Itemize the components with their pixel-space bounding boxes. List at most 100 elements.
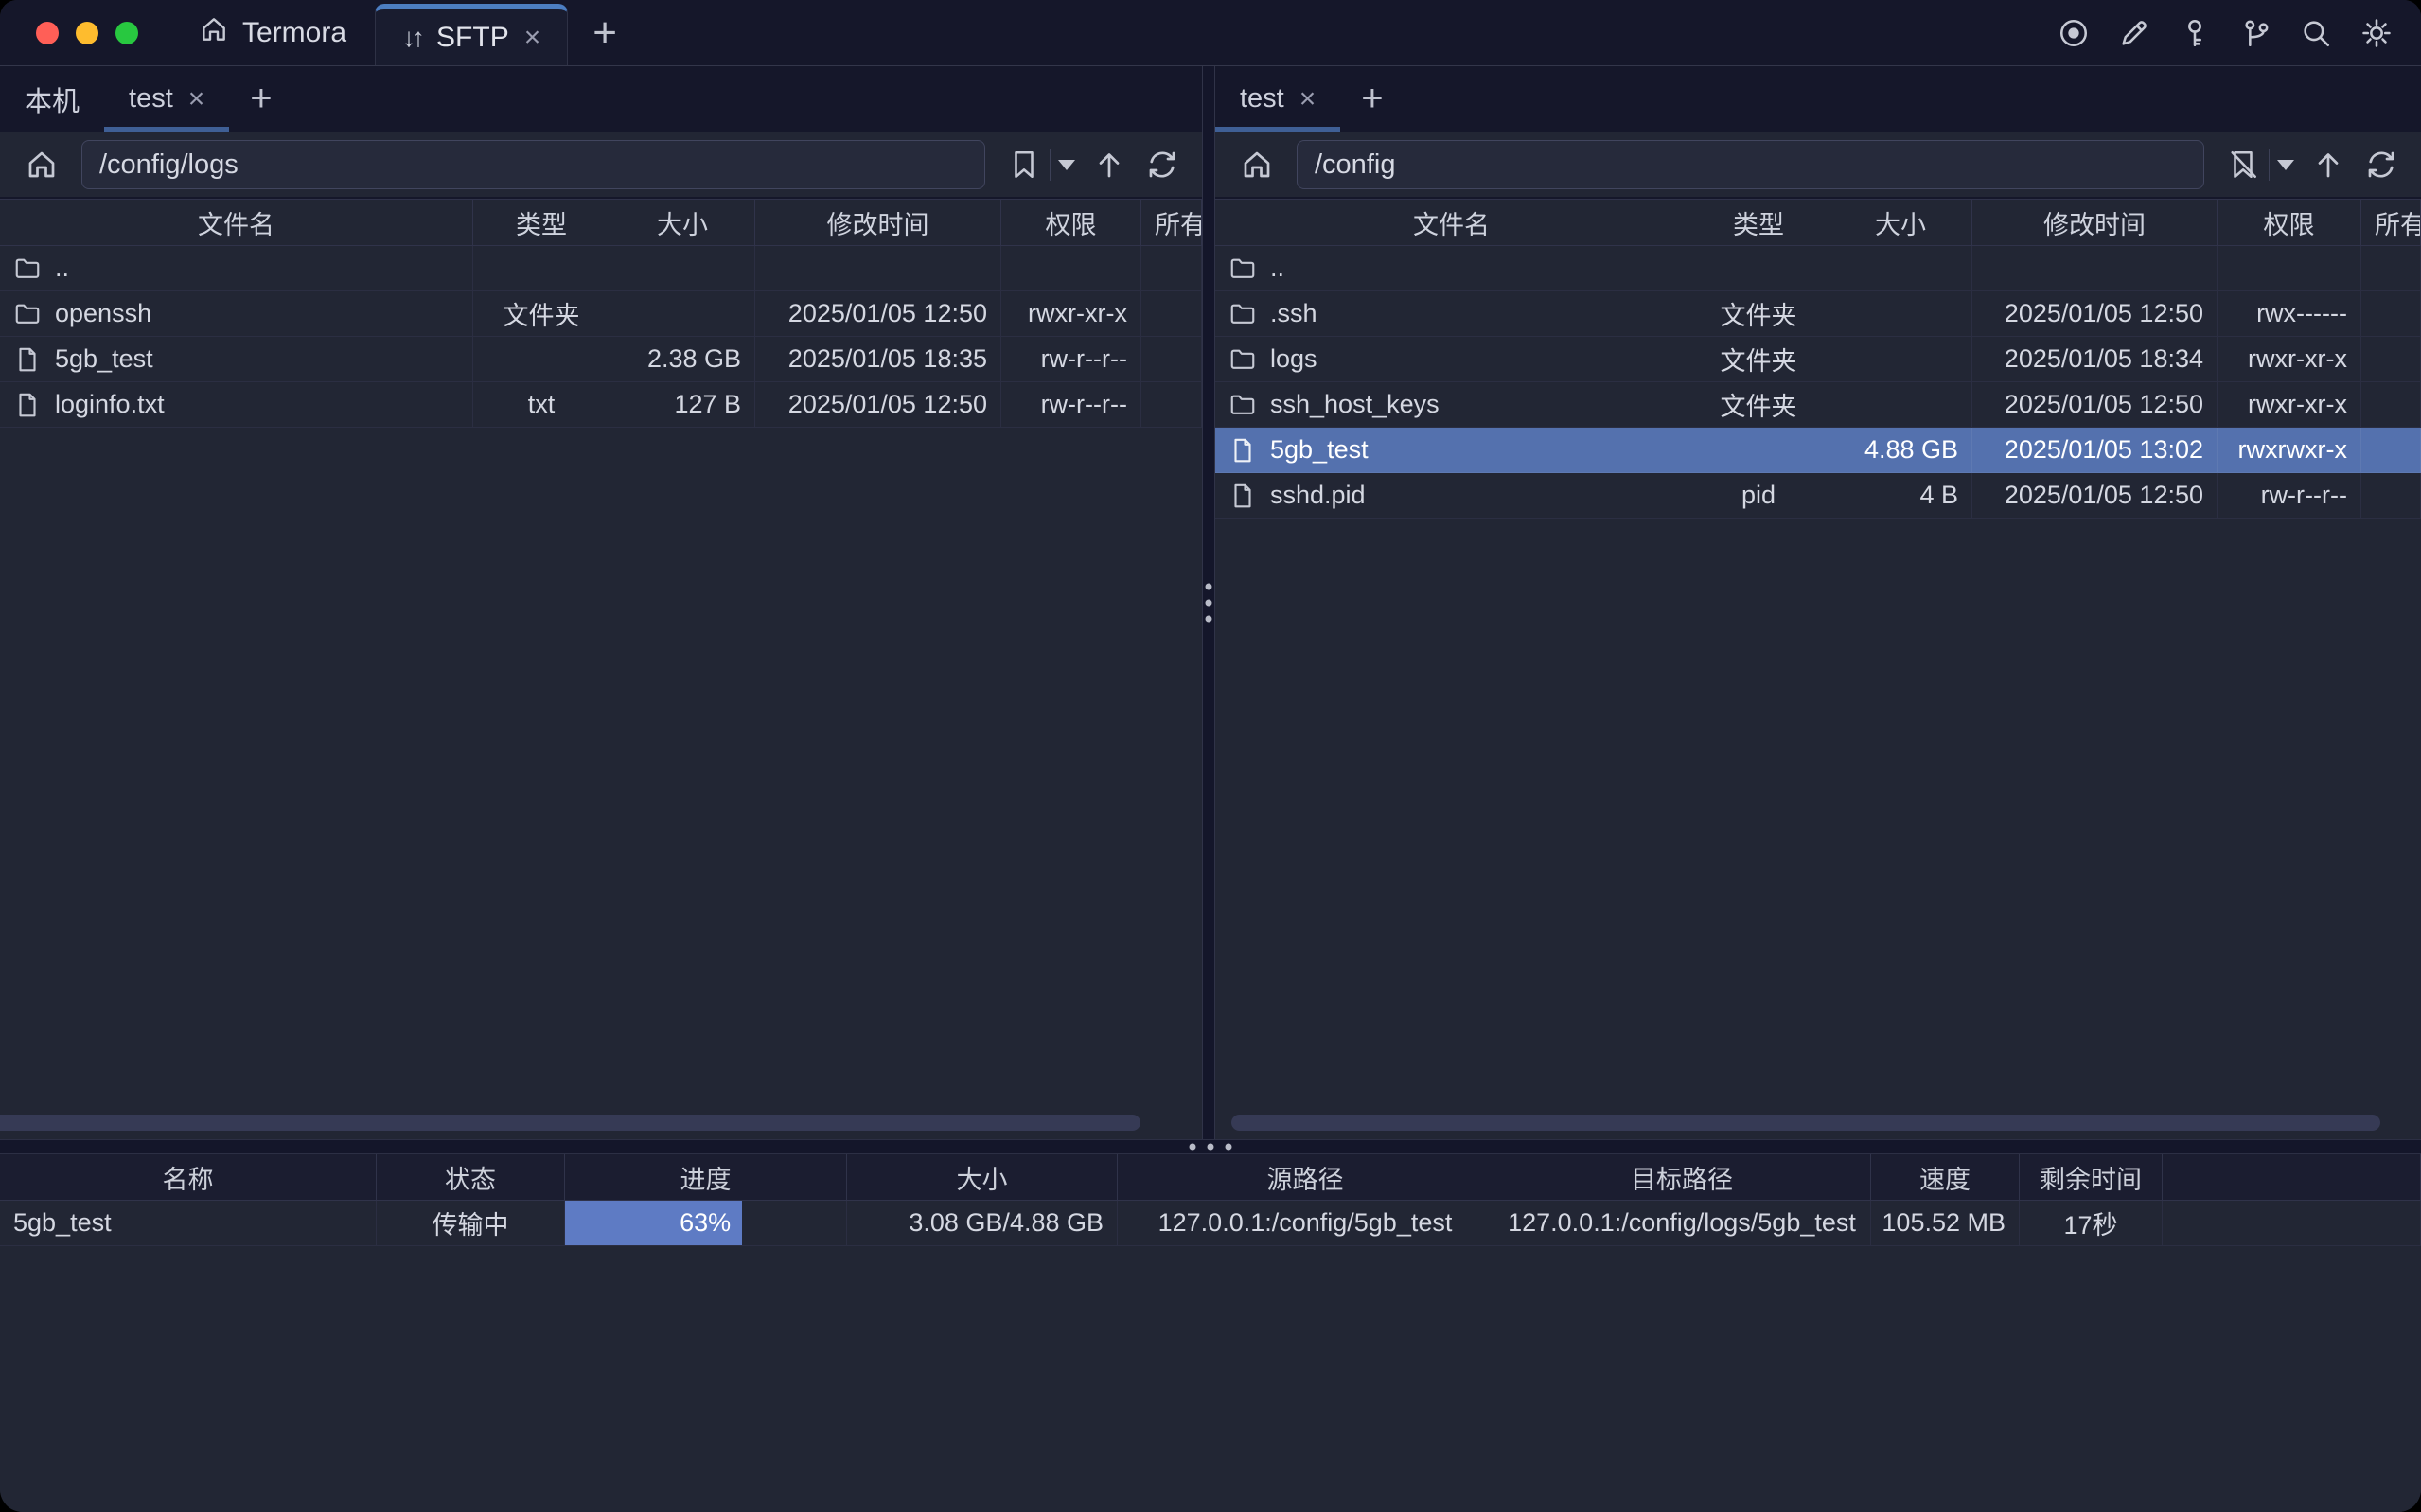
table-row[interactable]: logs 文件夹 2025/01/05 18:34 rwxr-xr-x	[1215, 337, 2421, 382]
active-tab-underline	[1215, 127, 1340, 132]
column-header-owner[interactable]: 所有者	[2361, 200, 2421, 245]
active-tab-underline	[104, 127, 229, 132]
file-perm: rwxr-xr-x	[1001, 291, 1141, 336]
file-name: .ssh	[1270, 299, 1317, 328]
file-size	[610, 246, 755, 290]
table-row[interactable]: .ssh 文件夹 2025/01/05 12:50 rwx------	[1215, 291, 2421, 337]
transfer-row[interactable]: 5gb_test 传输中 63% 3.08 GB/4.88 GB 127.0.0…	[0, 1201, 2421, 1246]
right-file-pane: test × + /config	[1215, 66, 2421, 1139]
right-new-session-button[interactable]: +	[1340, 66, 1404, 132]
bottom-empty-area	[0, 1246, 2421, 1512]
table-row[interactable]: ssh_host_keys 文件夹 2025/01/05 12:50 rwxr-…	[1215, 382, 2421, 428]
refresh-icon[interactable]	[1136, 148, 1189, 182]
tab-session-test[interactable]: test ×	[104, 66, 229, 132]
progress-fill: 63%	[565, 1201, 742, 1245]
tab-session-test[interactable]: test ×	[1215, 66, 1340, 132]
table-row[interactable]: loginfo.txt txt 127 B 2025/01/05 12:50 r…	[0, 382, 1202, 428]
left-path-bar: /config/logs	[0, 132, 1202, 199]
title-bar: Termora ↓↑ SFTP × +	[0, 0, 2421, 66]
column-header-perm[interactable]: 权限	[2218, 200, 2361, 245]
tab-sftp[interactable]: ↓↑ SFTP ×	[375, 4, 568, 65]
splitter-grip-icon	[1206, 584, 1212, 623]
home-icon[interactable]	[15, 148, 68, 182]
chevron-down-icon[interactable]	[2277, 160, 2294, 170]
table-row[interactable]: openssh 文件夹 2025/01/05 12:50 rwxr-xr-x	[0, 291, 1202, 337]
right-horizontal-scrollbar[interactable]	[1231, 1115, 2380, 1131]
minimize-window-button[interactable]	[76, 22, 98, 44]
column-header-remaining[interactable]: 剩余时间	[2020, 1154, 2163, 1200]
branch-icon[interactable]	[2239, 17, 2271, 49]
column-header-source[interactable]: 源路径	[1118, 1154, 1493, 1200]
file-owner	[1141, 246, 1202, 290]
tab-home-termora[interactable]: Termora	[170, 0, 375, 65]
file-type	[473, 246, 610, 290]
refresh-icon[interactable]	[2355, 148, 2408, 182]
column-header-name[interactable]: 文件名	[0, 200, 473, 245]
record-icon[interactable]	[2058, 17, 2090, 49]
file-perm	[1001, 246, 1141, 290]
column-header-size[interactable]: 大小	[1829, 200, 1972, 245]
file-name-cell: logs	[1215, 337, 1688, 381]
tab-local-machine[interactable]: 本机	[0, 66, 104, 132]
file-size: 4 B	[1829, 473, 1972, 518]
column-header-size[interactable]: 大小	[610, 200, 755, 245]
right-file-list: .. .ssh 文件夹	[1215, 246, 2421, 519]
left-path-actions	[998, 148, 1189, 182]
file-name-cell: ..	[0, 246, 473, 290]
file-size: 2.38 GB	[610, 337, 755, 381]
file-name-cell: 5gb_test	[0, 337, 473, 381]
transfer-panel-splitter[interactable]	[0, 1139, 2421, 1154]
close-icon[interactable]: ×	[188, 85, 205, 114]
column-header-target[interactable]: 目标路径	[1493, 1154, 1871, 1200]
home-icon[interactable]	[1230, 148, 1283, 182]
left-horizontal-scrollbar[interactable]	[0, 1115, 1140, 1131]
file-size	[610, 291, 755, 336]
up-directory-icon[interactable]	[2302, 148, 2355, 182]
file-type: pid	[1688, 473, 1829, 518]
column-header-name[interactable]: 文件名	[1215, 200, 1688, 245]
right-path-input[interactable]: /config	[1297, 140, 2204, 189]
close-icon[interactable]: ×	[1299, 85, 1317, 114]
file-mtime: 2025/01/05 12:50	[1972, 473, 2218, 518]
column-header-status[interactable]: 状态	[377, 1154, 565, 1200]
column-header-size[interactable]: 大小	[847, 1154, 1118, 1200]
column-header-mtime[interactable]: 修改时间	[1972, 200, 2218, 245]
bookmark-icon[interactable]	[998, 149, 1050, 181]
folder-icon	[13, 255, 42, 283]
transfer-blank	[2163, 1201, 2421, 1245]
column-header-blank	[2163, 1154, 2421, 1200]
column-header-perm[interactable]: 权限	[1001, 200, 1141, 245]
column-header-type[interactable]: 类型	[1688, 200, 1829, 245]
up-directory-icon[interactable]	[1083, 148, 1136, 182]
pencil-icon[interactable]	[2118, 17, 2150, 49]
column-header-type[interactable]: 类型	[473, 200, 610, 245]
search-icon[interactable]	[2300, 17, 2332, 49]
table-row[interactable]: ..	[0, 246, 1202, 291]
column-header-mtime[interactable]: 修改时间	[755, 200, 1001, 245]
close-window-button[interactable]	[36, 22, 59, 44]
file-name-cell: .ssh	[1215, 291, 1688, 336]
right-path-actions	[2218, 148, 2408, 182]
left-pane-tabs: 本机 test × +	[0, 66, 1202, 132]
gear-icon[interactable]	[2360, 17, 2393, 49]
left-path-input[interactable]: /config/logs	[81, 140, 985, 189]
bookmark-slash-icon[interactable]	[2218, 149, 2269, 181]
table-row[interactable]: 5gb_test 2.38 GB 2025/01/05 18:35 rw-r--…	[0, 337, 1202, 382]
column-header-name[interactable]: 名称	[0, 1154, 377, 1200]
key-icon[interactable]	[2179, 17, 2211, 49]
zoom-window-button[interactable]	[115, 22, 138, 44]
file-perm: rwxr-xr-x	[2218, 382, 2361, 427]
new-tab-button[interactable]: +	[568, 0, 642, 65]
chevron-down-icon[interactable]	[1058, 160, 1075, 170]
table-row[interactable]: ..	[1215, 246, 2421, 291]
left-new-session-button[interactable]: +	[229, 66, 292, 132]
column-header-owner[interactable]: 所有者	[1141, 200, 1202, 245]
pane-splitter[interactable]	[1202, 66, 1215, 1139]
file-size	[1829, 246, 1972, 290]
table-row[interactable]: sshd.pid pid 4 B 2025/01/05 12:50 rw-r--…	[1215, 473, 2421, 519]
table-row-selected[interactable]: 5gb_test 4.88 GB 2025/01/05 13:02 rwxrwx…	[1215, 428, 2421, 473]
column-header-progress[interactable]: 进度	[565, 1154, 847, 1200]
file-type	[1688, 428, 1829, 472]
column-header-speed[interactable]: 速度	[1871, 1154, 2020, 1200]
close-icon[interactable]: ×	[524, 24, 541, 52]
